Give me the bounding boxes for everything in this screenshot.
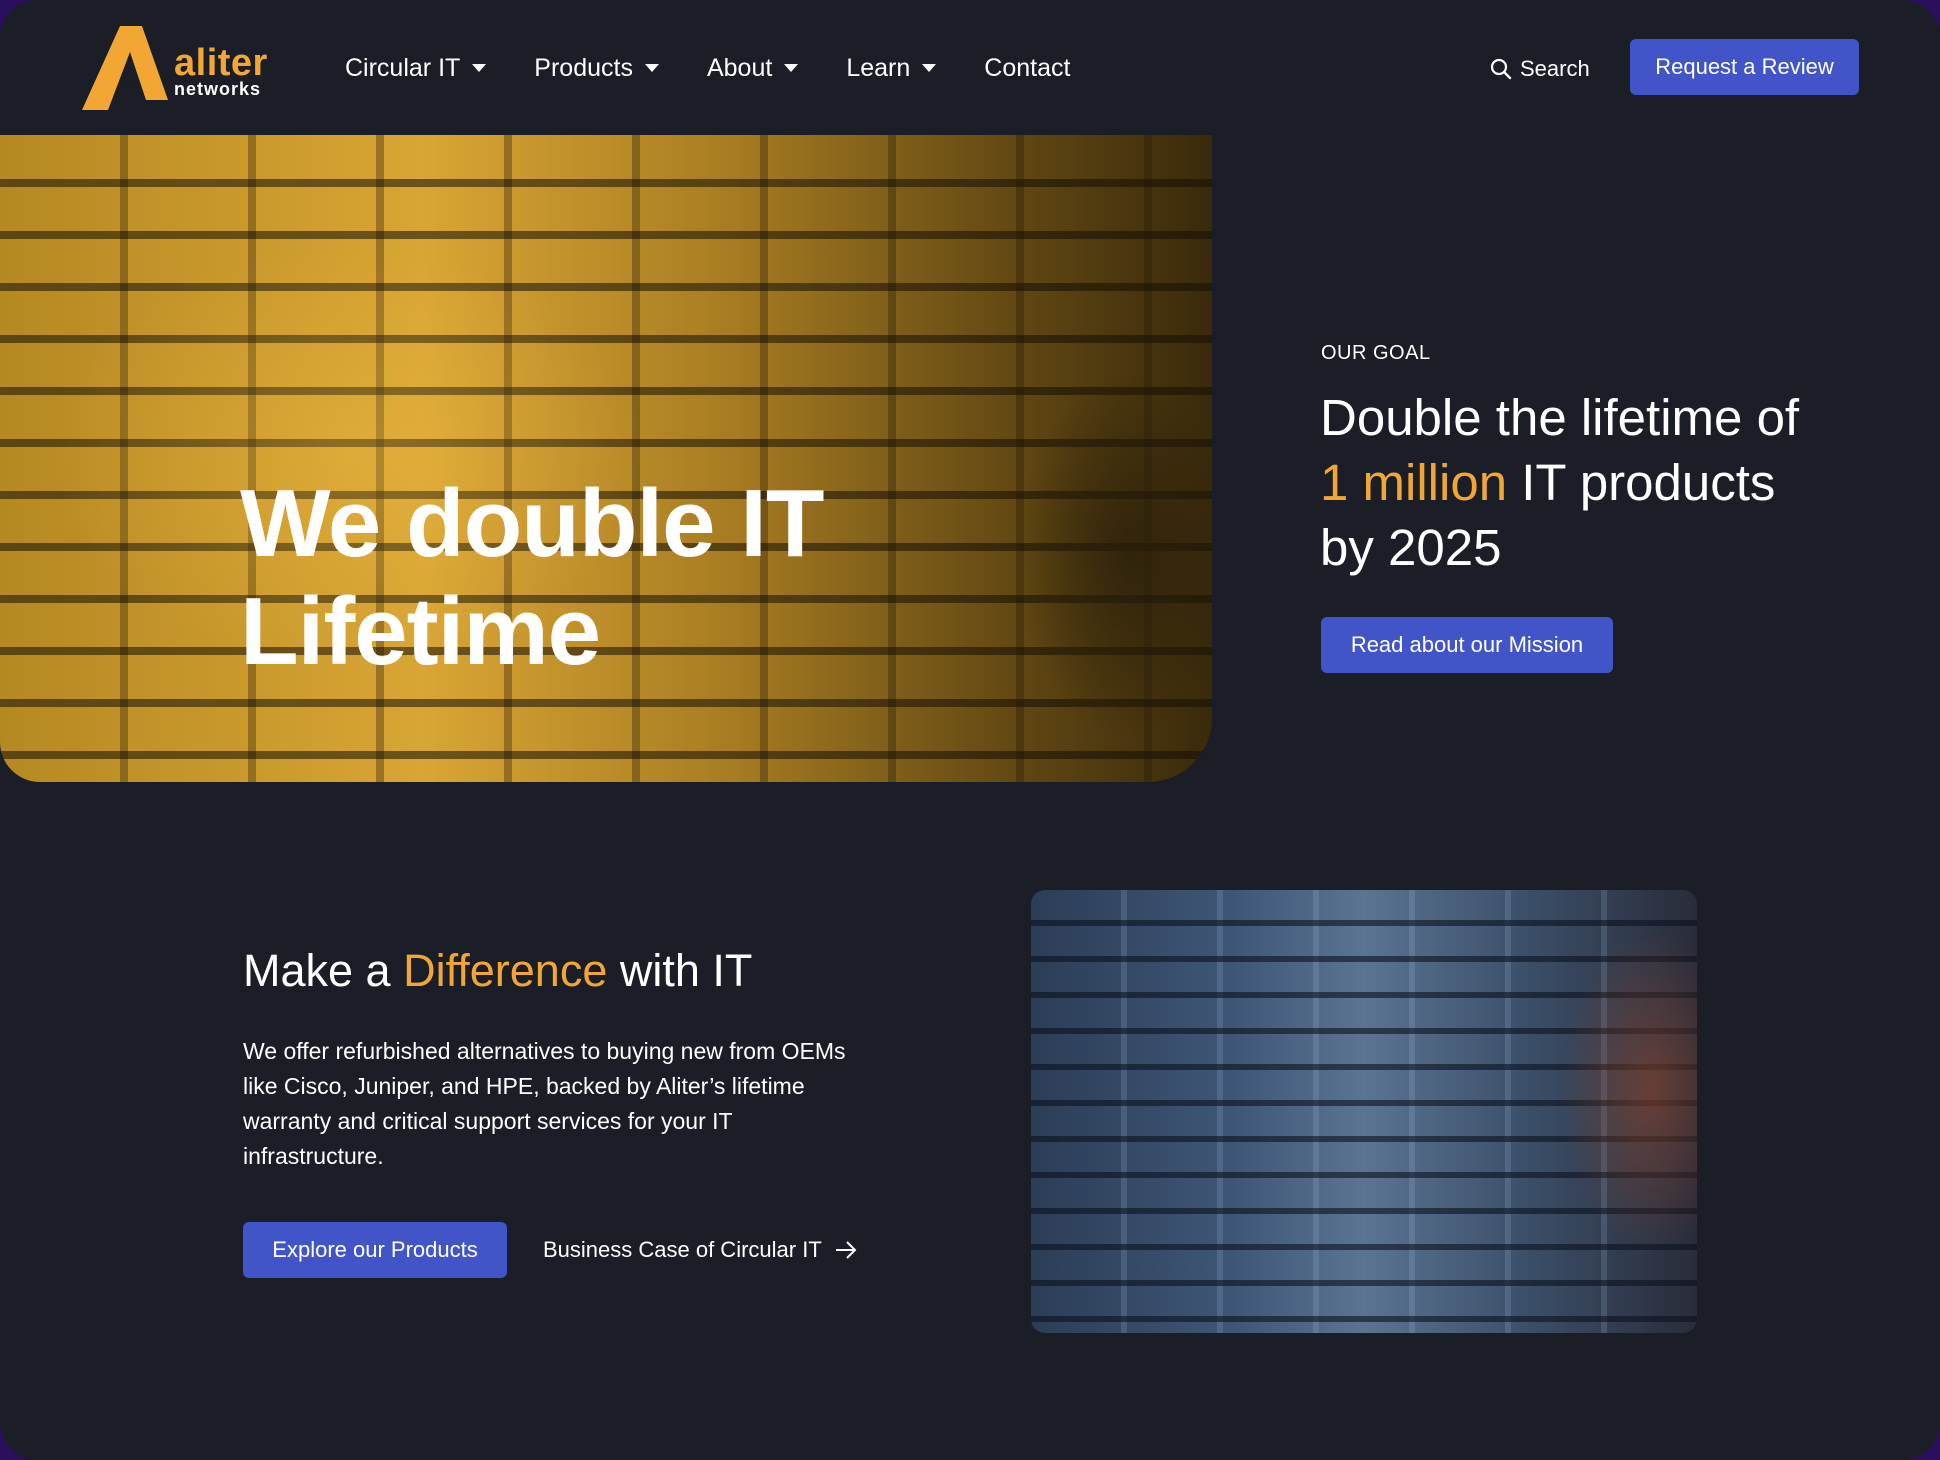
goal-title-text: Double the lifetime of: [1320, 389, 1800, 446]
nav-products[interactable]: Products: [534, 54, 659, 83]
chevron-down-icon: [472, 64, 487, 72]
difference-title-text: Make a: [243, 945, 404, 996]
goal-title: Double the lifetime of 1 million IT prod…: [1320, 385, 1840, 580]
nav-about[interactable]: About: [706, 53, 799, 83]
chevron-down-icon: [784, 64, 799, 72]
server-rack-image: [1031, 890, 1697, 1333]
goal-title-accent: 1 million: [1320, 454, 1508, 511]
search-label: Search: [1520, 56, 1590, 81]
arrow-right-icon: [835, 1241, 857, 1259]
hero-title-line: Lifetime: [240, 578, 601, 685]
logo[interactable]: aliter networks: [80, 22, 280, 117]
main-nav: Circular IT Products About Learn Contact: [345, 48, 1118, 88]
nav-label: Contact: [984, 53, 1071, 82]
nav-learn[interactable]: Learn: [846, 53, 937, 83]
nav-contact[interactable]: Contact: [984, 54, 1070, 83]
nav-circular-it[interactable]: Circular IT: [345, 53, 487, 83]
page: aliter networks Circular IT Products Abo…: [0, 0, 1940, 1460]
read-mission-button[interactable]: Read about our Mission: [1321, 617, 1613, 673]
difference-body: We offer refurbished alternatives to buy…: [243, 1038, 846, 1169]
logo-a-icon: [82, 26, 168, 110]
logo-wordmark: aliter: [174, 42, 268, 84]
nav-label: Learn: [846, 53, 911, 82]
chevron-down-icon: [922, 64, 937, 72]
nav-label: Products: [534, 53, 633, 82]
difference-title: Make a Difference with IT: [243, 945, 752, 997]
goal-eyebrow: OUR GOAL: [1321, 342, 1431, 364]
nav-label: About: [706, 53, 773, 82]
request-review-button[interactable]: Request a Review: [1630, 39, 1859, 95]
hero-title-line: We double IT: [240, 470, 825, 577]
search-button[interactable]: Search: [1490, 52, 1590, 86]
difference-title-text: with IT: [607, 945, 753, 996]
difference-title-accent: Difference: [403, 945, 608, 996]
chevron-down-icon: [644, 64, 659, 72]
explore-products-button[interactable]: Explore our Products: [243, 1222, 507, 1278]
business-case-link[interactable]: Business Case of Circular IT: [543, 1233, 858, 1267]
business-case-label: Business Case of Circular IT: [543, 1237, 822, 1262]
logo-subtitle: networks: [174, 79, 262, 99]
nav-label: Circular IT: [345, 53, 461, 82]
hero-title: We double IT Lifetime: [240, 470, 825, 686]
search-icon: [1490, 58, 1512, 80]
